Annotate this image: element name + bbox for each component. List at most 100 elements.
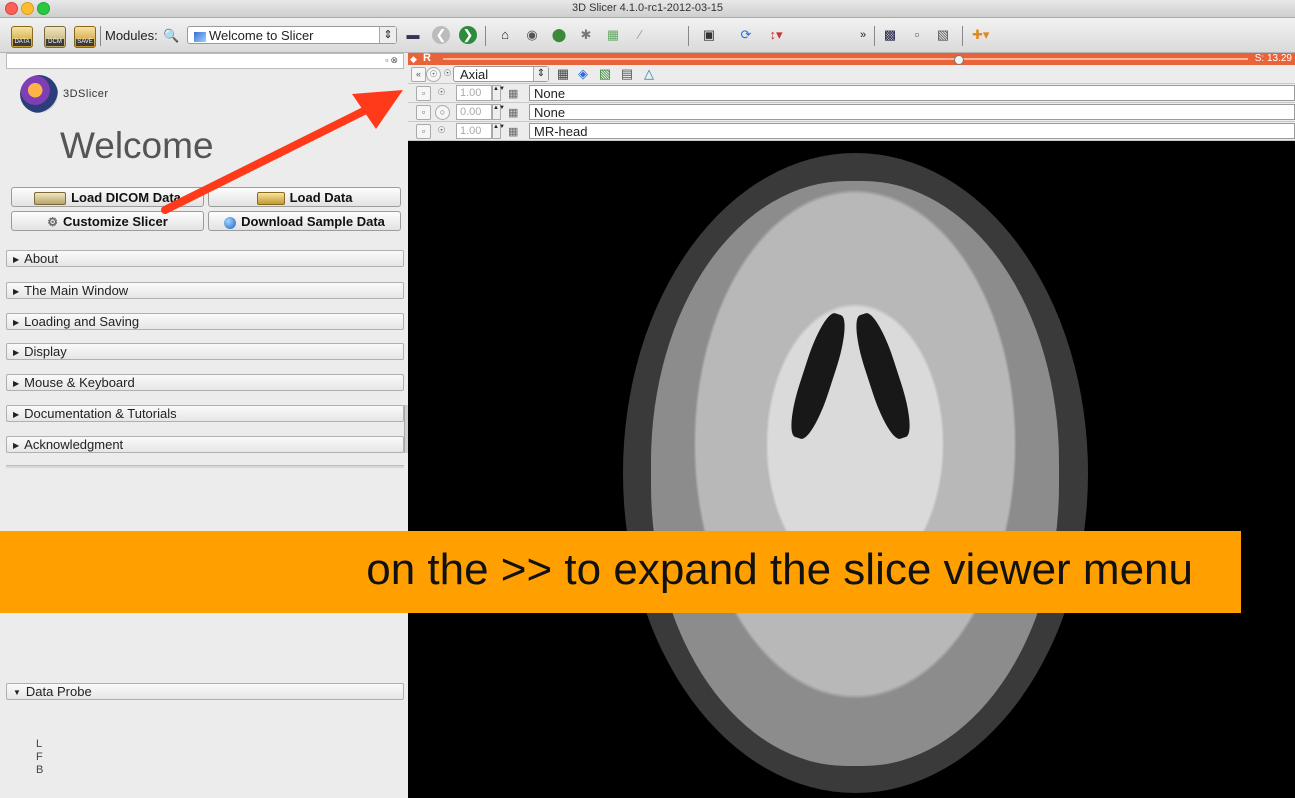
layout-icon[interactable]: ▣	[701, 27, 717, 43]
section-loading-saving[interactable]: ▶ Loading and Saving	[6, 313, 404, 330]
gear-icon: ⚙	[47, 215, 58, 230]
slice-offset-handle[interactable]	[954, 55, 965, 65]
fiducial-place-icon[interactable]: ✚▾	[972, 27, 989, 43]
models-icon[interactable]: ◉	[524, 27, 540, 43]
expand-triangle-icon: ▶	[13, 379, 20, 388]
layer-link-icon[interactable]: ▫	[416, 86, 431, 101]
transforms-icon[interactable]: ✱	[578, 27, 594, 43]
slice-offset-value: S: 13.29	[1254, 53, 1292, 64]
module-history-icon[interactable]: ▬	[405, 27, 421, 43]
forward-arrow-icon[interactable]: ❯	[459, 26, 477, 44]
scene-view-icon[interactable]: ▫	[909, 27, 925, 43]
search-icon[interactable]: 🔍	[163, 28, 179, 44]
label-outline-icon[interactable]: ▧	[597, 66, 613, 82]
annotation-icon[interactable]: ∕	[632, 27, 648, 43]
foreground-layer-row: ▫ ○ 0.00 ▲▼ ▦ None	[408, 103, 1295, 122]
toolbar-separator	[100, 26, 101, 46]
slice-viewer: ◆ R S: 13.29 « ☉ ☉ Axial ⇕ ▦ ◈ ▧ ▤ △ ▫ ☉…	[408, 52, 1295, 798]
load-data-icon[interactable]: DATA	[11, 26, 33, 48]
logo-text: 3DSlicer	[63, 88, 109, 100]
window-title: 3D Slicer 4.1.0-rc1-2012-03-15	[571, 2, 724, 14]
customize-slicer-button[interactable]: ⚙ Customize Slicer	[11, 211, 204, 231]
grid-icon[interactable]: ▦	[508, 125, 518, 138]
layer-link-icon[interactable]: ▫	[416, 124, 431, 139]
mri-slice-image[interactable]	[408, 151, 1295, 798]
load-data-label: Load Data	[289, 190, 353, 205]
section-acknowledgment[interactable]: ▶ Acknowledgment	[6, 436, 404, 453]
toolbar-separator	[688, 26, 689, 46]
download-sample-data-button[interactable]: Download Sample Data	[208, 211, 401, 231]
screenshot-slice-icon[interactable]: △	[641, 66, 657, 82]
globe-icon	[224, 216, 237, 229]
main-toolbar: DATA DCM SAVE Modules: 🔍 Welcome to Slic…	[0, 18, 1295, 53]
link-icon[interactable]: ☉	[426, 67, 441, 82]
editor-icon[interactable]: ▦	[605, 27, 621, 43]
module-selector[interactable]: Welcome to Slicer ⇕	[187, 26, 397, 44]
toolbar-overflow-icon[interactable]: »	[855, 27, 871, 43]
dicom-icon[interactable]: DCM	[44, 26, 66, 48]
grid-icon[interactable]: ▦	[508, 87, 518, 100]
section-documentation[interactable]: ▶ Documentation & Tutorials	[6, 405, 404, 422]
panel-float-close-icons[interactable]: ▫⊗	[385, 55, 400, 66]
section-mouse-keyboard[interactable]: ▶ Mouse & Keyboard	[6, 374, 404, 391]
opacity-spinner-icon[interactable]: ▲▼	[492, 85, 505, 101]
label-layer-row: ▫ ☉ 1.00 ▲▼ ▦ None	[408, 84, 1295, 103]
back-arrow-icon[interactable]: ❮	[432, 26, 450, 44]
crosshair-icon[interactable]: ↕▾	[768, 27, 784, 43]
orientation-value: Axial	[460, 67, 489, 82]
slicer-logo	[20, 75, 58, 113]
orientation-selector[interactable]: Axial ⇕	[453, 66, 549, 82]
scene-capture-icon[interactable]: ▧	[935, 27, 951, 43]
save-icon[interactable]: SAVE	[74, 26, 96, 48]
fit-to-window-icon[interactable]: ◈	[575, 66, 591, 82]
probe-line-b: B	[36, 764, 44, 776]
section-display[interactable]: ▶ Display	[6, 343, 404, 360]
toolbar-separator	[962, 26, 963, 46]
opacity-spinner-icon[interactable]: ▲▼	[492, 123, 505, 139]
visibility-eye-icon[interactable]: ☉	[435, 124, 448, 137]
expand-triangle-icon: ▶	[13, 255, 20, 264]
module-panel-header: ▫⊗	[6, 53, 404, 69]
load-dicom-button[interactable]: Load DICOM Data	[11, 187, 204, 207]
layer-link-icon[interactable]: ▫	[416, 105, 431, 120]
load-data-button[interactable]: Load Data	[208, 187, 401, 207]
opacity-field[interactable]: 1.00	[456, 123, 492, 139]
slice-offset-slider[interactable]	[443, 58, 1248, 60]
opacity-field[interactable]: 0.00	[456, 104, 492, 120]
customize-label: Customize Slicer	[63, 214, 168, 229]
load-dicom-label: Load DICOM Data	[71, 190, 181, 205]
page-title: Welcome	[60, 125, 214, 166]
modules-label: Modules:	[105, 28, 158, 43]
collapse-triangle-icon: ▼	[13, 688, 21, 697]
grid-icon[interactable]: ▦	[508, 106, 518, 119]
section-main-window[interactable]: ▶ The Main Window	[6, 282, 404, 299]
reformat-icon[interactable]: ▤	[619, 66, 635, 82]
foreground-volume-selector[interactable]: None	[529, 104, 1295, 120]
lightbox-icon[interactable]: ▦	[555, 66, 571, 82]
save-icon-label: SAVE	[76, 39, 94, 46]
toolbar-separator	[485, 26, 486, 46]
visibility-eye-icon[interactable]: ☉	[435, 86, 448, 99]
section-about[interactable]: ▶ About	[6, 250, 404, 267]
module-selector-arrows-icon: ⇕	[379, 27, 396, 43]
dcm-icon-label: DCM	[46, 39, 64, 46]
caption-text: on the >> to expand the slice viewer men…	[366, 545, 1193, 594]
sync-icon[interactable]: ⟳	[738, 27, 754, 43]
home-icon[interactable]: ⌂	[497, 27, 513, 43]
title-bar: 3D Slicer 4.1.0-rc1-2012-03-15	[0, 0, 1295, 18]
slice-offset-bar: ◆ R S: 13.29	[408, 52, 1295, 65]
opacity-field[interactable]: 1.00	[456, 85, 492, 101]
collapse-menu-button[interactable]: «	[411, 67, 426, 82]
layer-volume-value: None	[534, 86, 566, 101]
pin-icon[interactable]: ◆	[410, 54, 417, 65]
section-data-probe[interactable]: ▼ Data Probe	[6, 683, 404, 700]
background-volume-selector[interactable]: MR-head	[529, 123, 1295, 139]
opacity-spinner-icon[interactable]: ▲▼	[492, 104, 505, 120]
section-label: Loading and Saving	[24, 314, 140, 329]
label-volume-selector[interactable]: None	[529, 85, 1295, 101]
screenshot-icon[interactable]: ▩	[882, 27, 898, 43]
volumes-icon[interactable]: ⬤	[551, 27, 567, 43]
section-label: Data Probe	[25, 684, 92, 699]
expand-triangle-icon: ▶	[13, 410, 20, 419]
visibility-circle-icon[interactable]: ○	[435, 105, 450, 120]
